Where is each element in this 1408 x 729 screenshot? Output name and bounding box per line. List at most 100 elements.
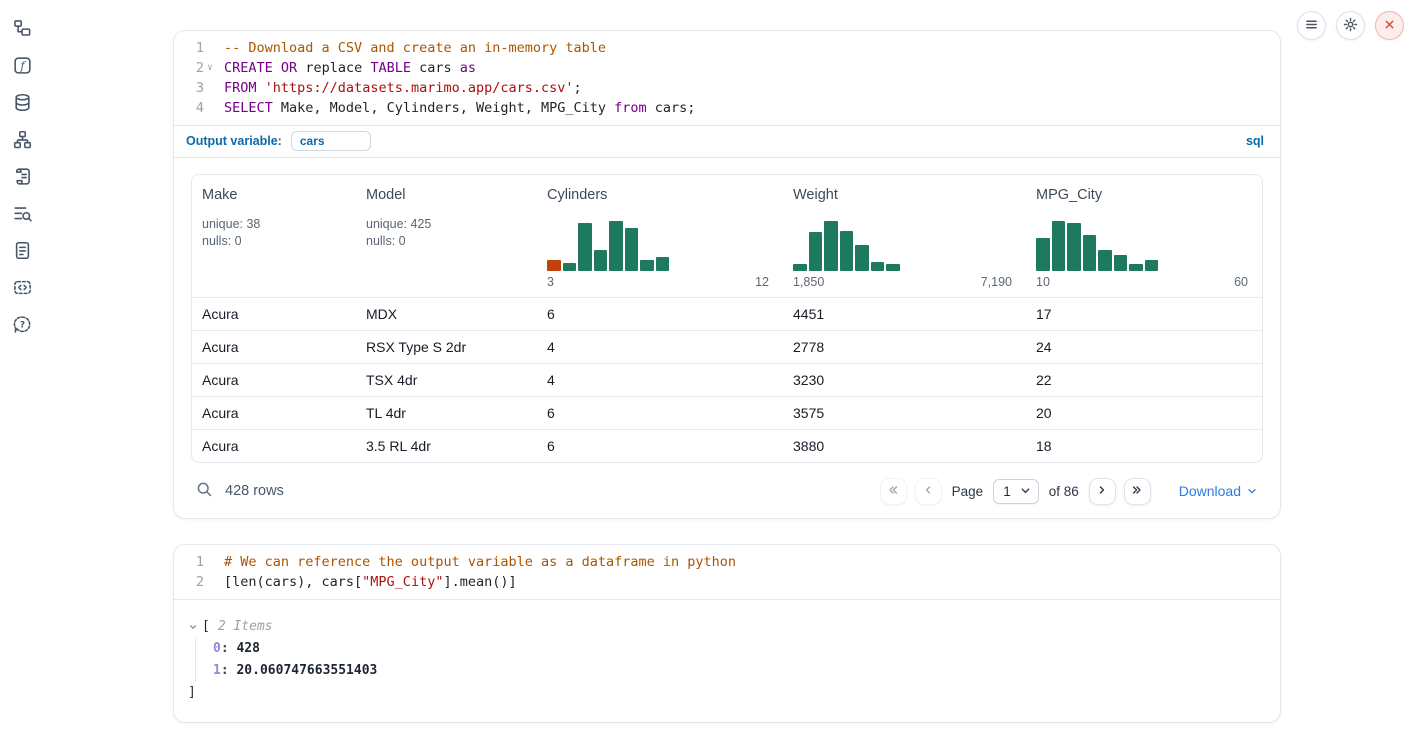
code-line[interactable]: 3FROM 'https://datasets.marimo.app/cars.… <box>174 78 1280 98</box>
histogram-bar <box>625 228 639 271</box>
page-total: of 86 <box>1049 484 1079 499</box>
sidebar-item-logs[interactable] <box>8 203 36 227</box>
table-cell: 2778 <box>783 339 1026 355</box>
search-button[interactable] <box>196 481 213 501</box>
tree-root-row[interactable]: [ 2 Items <box>188 616 1260 638</box>
table-row[interactable]: AcuraRSX Type S 2dr4277824 <box>192 330 1262 363</box>
code-line[interactable]: 4SELECT Make, Model, Cylinders, Weight, … <box>174 98 1280 118</box>
histogram-bar <box>871 262 885 271</box>
tree-entry-value: 20.060747663551403 <box>236 663 377 678</box>
sidebar-item-file-explorer[interactable] <box>8 18 36 42</box>
output-variable-input[interactable] <box>291 131 371 151</box>
fold-chevron-icon[interactable]: ∨ <box>204 58 216 78</box>
notebook: 1 -- Download a CSV and create an in-memo… <box>173 0 1281 723</box>
settings-button[interactable] <box>1336 11 1365 40</box>
table-cell: TSX 4dr <box>356 372 537 388</box>
cylinders-histogram: 312 <box>547 220 773 289</box>
table-cell: Acura <box>192 339 356 355</box>
table-row[interactable]: Acura3.5 RL 4dr6388018 <box>192 429 1262 462</box>
table-cell: Acura <box>192 306 356 322</box>
snippets-icon <box>12 277 33 301</box>
chevron-down-icon[interactable] <box>188 622 198 632</box>
code-line[interactable]: 2 [len(cars), cars["MPG_City"].mean()] <box>174 572 1280 592</box>
sql-code-editor[interactable]: 1-- Download a CSV and create an in-memo… <box>174 31 1280 125</box>
table-cell: 20 <box>1026 405 1262 421</box>
column-stats: unique: 38 nulls: 0 <box>202 216 346 249</box>
table-cell: 17 <box>1026 306 1262 322</box>
table-cell: 4451 <box>783 306 1026 322</box>
shutdown-button[interactable] <box>1375 11 1404 40</box>
tree-entry-value: 428 <box>236 641 259 656</box>
column-header-make[interactable]: Make unique: 38 nulls: 0 <box>192 175 356 297</box>
histogram-bar <box>1129 264 1143 271</box>
sidebar-item-dependency-graph[interactable] <box>8 129 36 153</box>
page-select[interactable]: 1 <box>993 479 1039 504</box>
sidebar-item-scratchpad[interactable] <box>8 166 36 190</box>
next-page-button[interactable] <box>1089 478 1116 505</box>
language-badge: sql <box>1246 134 1264 148</box>
table-cell: 24 <box>1026 339 1262 355</box>
sidebar-item-documentation[interactable] <box>8 240 36 264</box>
table-cell: 4 <box>537 339 783 355</box>
histogram-bar <box>640 260 654 271</box>
table-cell: 6 <box>537 306 783 322</box>
chevron-down-icon <box>1247 483 1257 499</box>
column-header-cylinders[interactable]: Cylinders 312 <box>537 175 783 297</box>
help-icon: ? <box>12 314 33 338</box>
column-header-weight[interactable]: Weight 1,8507,190 <box>783 175 1026 297</box>
previous-page-button[interactable] <box>915 478 942 505</box>
tree-entry-key: 1 <box>213 663 221 678</box>
last-page-button[interactable] <box>1124 478 1151 505</box>
table-body: AcuraMDX6445117AcuraRSX Type S 2dr427782… <box>192 297 1262 462</box>
function-icon: f <box>12 55 33 79</box>
table-cell: 3.5 RL 4dr <box>356 438 537 454</box>
menu-button[interactable] <box>1297 11 1326 40</box>
sql-output-area: Make unique: 38 nulls: 0 Model unique: 4… <box>174 157 1280 518</box>
table-cell: 22 <box>1026 372 1262 388</box>
code-line[interactable]: 1# We can reference the output variable … <box>174 552 1280 572</box>
table-row[interactable]: AcuraTL 4dr6357520 <box>192 396 1262 429</box>
items-count-label: 2 Items <box>218 616 273 638</box>
first-page-button[interactable] <box>880 478 907 505</box>
documentation-icon <box>12 240 33 264</box>
code-line[interactable]: 2∨CREATE OR replace TABLE cars as <box>174 58 1280 78</box>
sidebar-item-snippets[interactable] <box>8 277 36 301</box>
logs-icon <box>12 203 33 227</box>
sidebar: f ? <box>8 18 36 338</box>
histogram-bar <box>809 232 823 271</box>
table-cell: MDX <box>356 306 537 322</box>
tree-entry: 1: 20.060747663551403 <box>213 660 1260 682</box>
line-number: 2 <box>174 572 204 592</box>
data-table: Make unique: 38 nulls: 0 Model unique: 4… <box>191 174 1263 463</box>
sidebar-item-datasources[interactable] <box>8 92 36 116</box>
code-text: [len(cars), cars["MPG_City"].mean()] <box>216 572 517 592</box>
column-header-mpg-city[interactable]: MPG_City 1060 <box>1026 175 1262 297</box>
table-cell: 18 <box>1026 438 1262 454</box>
download-label: Download <box>1179 483 1241 499</box>
line-number: 3 <box>174 78 204 98</box>
sidebar-item-variables[interactable]: f <box>8 55 36 79</box>
code-text: -- Download a CSV and create an in-memor… <box>216 38 606 58</box>
table-cell: RSX Type S 2dr <box>356 339 537 355</box>
column-header-model[interactable]: Model unique: 425 nulls: 0 <box>356 175 537 297</box>
close-bracket: ] <box>188 682 1260 704</box>
chevrons-left-icon <box>887 484 899 499</box>
histogram-bar <box>1098 250 1112 271</box>
table-row[interactable]: AcuraMDX6445117 <box>192 297 1262 330</box>
sidebar-item-help[interactable]: ? <box>8 314 36 338</box>
file-tree-icon <box>12 18 33 42</box>
histogram-bar <box>886 264 900 271</box>
svg-text:?: ? <box>19 320 24 330</box>
python-code-editor[interactable]: 1# We can reference the output variable … <box>174 545 1280 599</box>
code-text: SELECT Make, Model, Cylinders, Weight, M… <box>216 98 695 118</box>
settings-gear-icon <box>1343 17 1358 35</box>
histogram-bar <box>824 221 838 271</box>
table-row[interactable]: AcuraTSX 4dr4323022 <box>192 363 1262 396</box>
histogram-bar <box>1036 238 1050 271</box>
download-button[interactable]: Download <box>1179 483 1257 499</box>
table-cell: Acura <box>192 405 356 421</box>
menu-icon <box>1305 18 1318 34</box>
line-number: 1 <box>174 552 204 572</box>
code-line[interactable]: 1-- Download a CSV and create an in-memo… <box>174 38 1280 58</box>
chevron-down-icon <box>1020 484 1031 499</box>
